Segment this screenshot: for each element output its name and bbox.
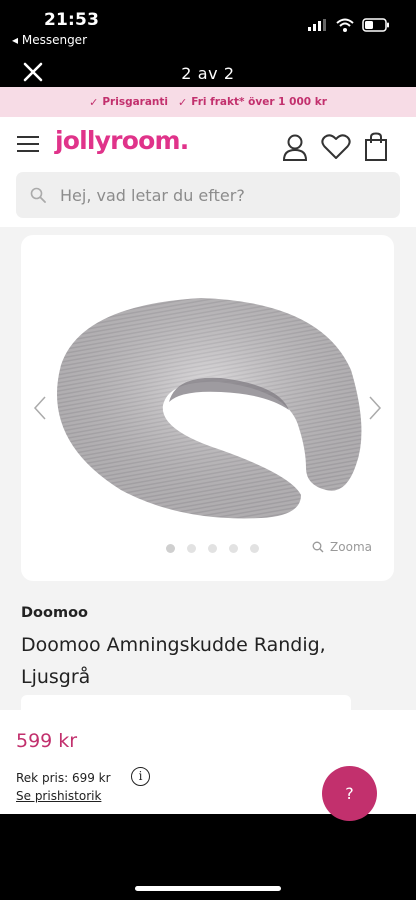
zoom-label: Zooma <box>330 540 372 554</box>
check-icon: ✓ <box>178 95 188 109</box>
search-input[interactable]: Hej, vad letar du efter? <box>16 172 400 218</box>
wifi-icon <box>336 18 354 32</box>
back-to-messenger-link[interactable]: ◂ Messenger <box>12 33 87 47</box>
gallery-dot[interactable] <box>166 544 175 553</box>
wishlist-heart-icon[interactable] <box>321 134 351 160</box>
recommended-price: Rek pris: 699 kr <box>16 771 111 785</box>
site-logo[interactable]: jollyroom. <box>55 126 189 155</box>
battery-icon <box>362 18 389 32</box>
gallery-dot[interactable] <box>187 544 196 553</box>
status-time: 21:53 <box>44 10 100 30</box>
gallery-dot[interactable] <box>208 544 217 553</box>
product-image-gallery: Zooma <box>21 235 394 581</box>
promo-label: Fri frakt* över 1 000 kr <box>191 96 327 108</box>
product-brand[interactable]: Doomoo <box>21 605 88 621</box>
magnifier-icon <box>312 541 324 553</box>
product-options-box <box>21 695 351 710</box>
chevron-right-icon[interactable] <box>368 395 382 421</box>
promo-item-free-shipping: ✓ Fri frakt* över 1 000 kr <box>178 96 327 109</box>
site-header: jollyroom. Hej, vad letar du efter? <box>0 117 416 227</box>
price-history-link[interactable]: Se prishistorik <box>16 789 101 803</box>
help-button[interactable]: ? <box>322 766 377 821</box>
menu-icon[interactable] <box>17 136 39 152</box>
web-page: jollyroom. Hej, vad letar du efter? Zoom… <box>0 117 416 710</box>
header-actions <box>282 132 388 162</box>
product-title: Doomoo Amningskudde Randig, Ljusgrå <box>21 634 326 688</box>
price-bar: 599 kr Rek pris: 699 kr i Se prishistori… <box>0 710 416 821</box>
gallery-pagination <box>166 544 259 553</box>
promo-banner: ✓ Prisgaranti ✓ Fri frakt* över 1 000 kr <box>0 87 416 117</box>
info-icon[interactable]: i <box>131 767 150 786</box>
gallery-dot[interactable] <box>229 544 238 553</box>
account-icon[interactable] <box>282 133 308 161</box>
chevron-left-icon[interactable] <box>33 395 47 421</box>
zoom-button[interactable]: Zooma <box>312 540 372 554</box>
product-price: 599 kr <box>16 730 78 752</box>
status-icons <box>308 18 390 32</box>
gallery-dot[interactable] <box>250 544 259 553</box>
search-icon <box>30 187 46 203</box>
signal-icon <box>308 19 326 31</box>
search-placeholder: Hej, vad letar du efter? <box>60 185 245 205</box>
status-bar: 21:53 ◂ Messenger <box>0 0 416 55</box>
promo-label: Prisgaranti <box>102 96 169 108</box>
cart-bag-icon[interactable] <box>364 132 388 162</box>
image-counter: 2 av 2 <box>181 64 235 83</box>
product-image[interactable] <box>51 290 371 530</box>
image-viewer-bar: 2 av 2 <box>0 55 416 87</box>
check-icon: ✓ <box>89 95 99 109</box>
home-indicator[interactable] <box>135 886 281 891</box>
promo-item-price-guarantee: ✓ Prisgaranti <box>89 96 168 109</box>
